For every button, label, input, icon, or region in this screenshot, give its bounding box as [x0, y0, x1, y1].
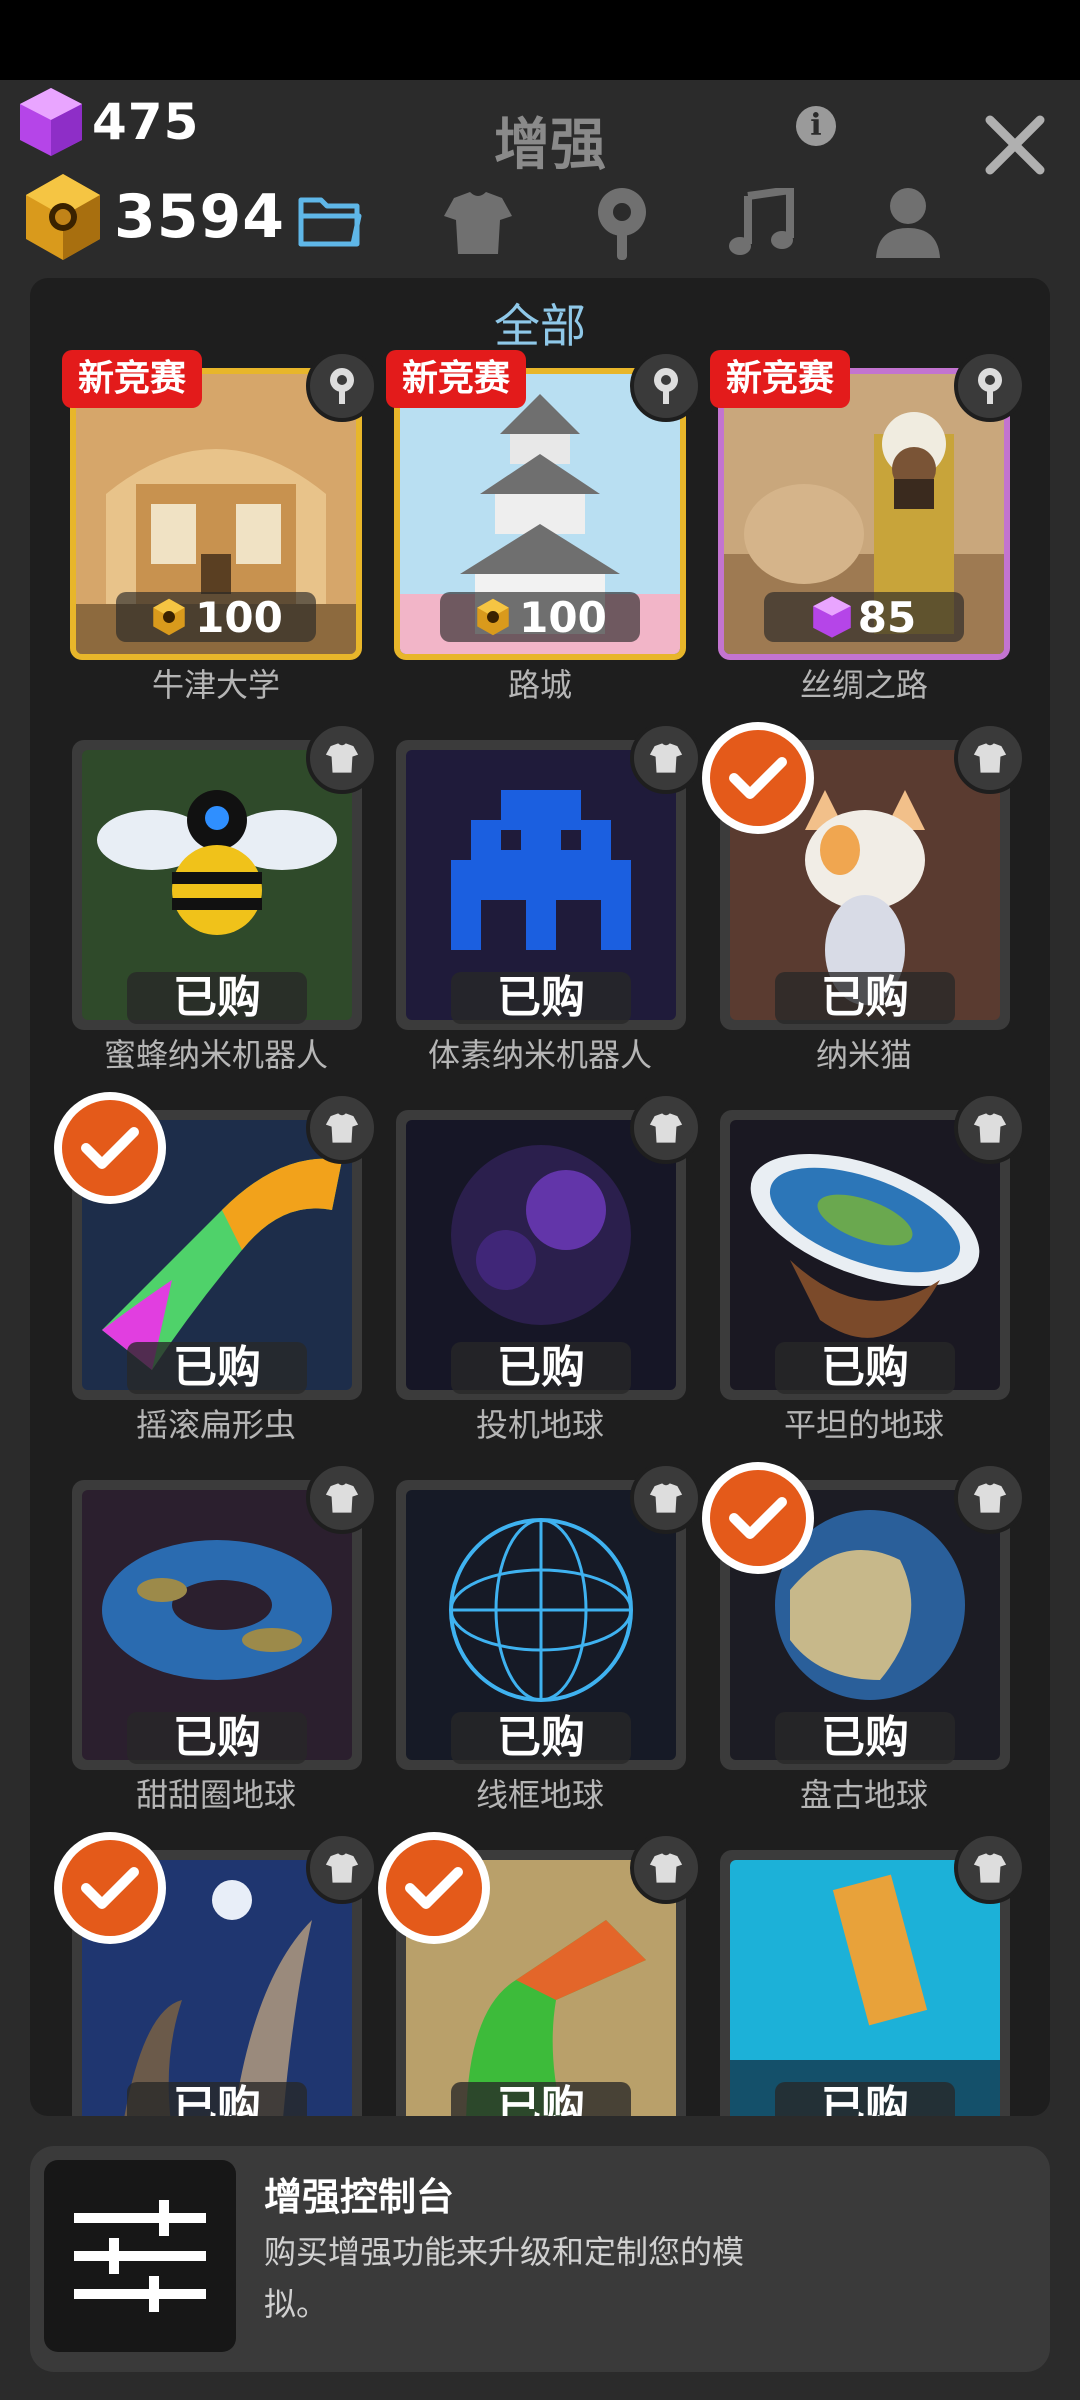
page-title: 增强 — [494, 113, 606, 178]
tab-location-icon[interactable] — [594, 184, 650, 262]
skin-badge-icon — [630, 1462, 702, 1534]
new-race-tag: 新竞赛 — [386, 350, 527, 408]
tab-music-icon[interactable] — [726, 188, 796, 258]
price-tag: 85 — [764, 592, 964, 642]
console-title: 增强控制台 — [264, 2175, 455, 2219]
skin-badge-icon — [954, 1832, 1026, 1904]
item-name: 蜜蜂纳米机器人 — [103, 1036, 328, 1074]
location-badge-icon — [630, 350, 702, 422]
skin-badge-icon — [630, 1832, 702, 1904]
price-value: 100 — [519, 592, 607, 642]
new-race-tag: 新竞赛 — [710, 350, 851, 408]
skin-badge-icon — [954, 1462, 1026, 1534]
skin-badge-icon — [306, 1832, 378, 1904]
purchased-badge: 已购 — [451, 2082, 631, 2116]
skin-badge-icon — [306, 722, 378, 794]
hex-currency: 3594 — [16, 170, 285, 264]
new-race-tag: 新竞赛 — [62, 350, 203, 408]
selected-check-icon — [54, 1092, 166, 1204]
item-name: 甜甜圈地球 — [135, 1776, 296, 1814]
purchased-badge: 已购 — [775, 1712, 955, 1764]
item-name: 路城 — [507, 666, 572, 704]
underwater-thumbnail — [730, 1860, 1000, 2116]
item-name: 纳米猫 — [815, 1036, 912, 1074]
status-bar — [0, 0, 1080, 80]
tab-shirt-icon[interactable] — [440, 188, 516, 258]
panel-title: 全部 — [494, 299, 586, 353]
purchased-badge: 已购 — [127, 1342, 307, 1394]
purchased-badge: 已购 — [127, 2082, 307, 2116]
price-tag: 100 — [440, 592, 640, 642]
skin-badge-icon — [306, 1462, 378, 1534]
purchased-badge: 已购 — [775, 2082, 955, 2116]
purchased-badge: 已购 — [451, 1712, 631, 1764]
selected-check-icon — [54, 1832, 166, 1944]
selected-check-icon — [702, 722, 814, 834]
hex-coin-icon — [477, 598, 509, 636]
item-name: 牛津大学 — [151, 666, 280, 704]
hex-count: 3594 — [114, 182, 285, 252]
skin-badge-icon — [954, 1092, 1026, 1164]
item-name: 丝绸之路 — [799, 666, 928, 704]
folder-icon[interactable] — [296, 190, 366, 250]
purchased-badge: 已购 — [127, 972, 307, 1024]
location-badge-icon — [954, 350, 1026, 422]
item-name: 线框地球 — [475, 1776, 604, 1814]
skin-badge-icon — [630, 1092, 702, 1164]
purchased-badge: 已购 — [775, 972, 955, 1024]
price-value: 85 — [857, 592, 917, 642]
price-value: 100 — [195, 592, 283, 642]
tab-profile-icon[interactable] — [874, 186, 942, 258]
selected-check-icon — [702, 1462, 814, 1574]
items-panel: 全部 100 新竞赛 牛津大学 100 新竞赛 路城 85 新竞赛 丝绸之路 已… — [30, 278, 1050, 2116]
item-name: 摇滚扁形虫 — [135, 1406, 296, 1444]
purchased-badge: 已购 — [127, 1712, 307, 1764]
gem-icon — [812, 596, 851, 638]
item-name: 投机地球 — [475, 1406, 604, 1444]
upgrade-console-card[interactable]: 增强控制台 购买增强功能来升级和定制您的模拟。 — [30, 2146, 1050, 2372]
purchased-badge: 已购 — [451, 972, 631, 1024]
skin-badge-icon — [306, 1092, 378, 1164]
info-icon[interactable]: i — [796, 106, 836, 146]
item-name: 盘古地球 — [799, 1776, 928, 1814]
selected-check-icon — [378, 1832, 490, 1944]
purchased-badge: 已购 — [451, 1342, 631, 1394]
hex-coin-icon — [26, 174, 100, 260]
item-name: 体素纳米机器人 — [427, 1036, 652, 1074]
location-badge-icon — [306, 350, 378, 422]
skin-badge-icon — [954, 722, 1026, 794]
skin-badge-icon — [630, 722, 702, 794]
price-tag: 100 — [116, 592, 316, 642]
hex-coin-icon — [153, 598, 185, 636]
close-icon[interactable] — [980, 110, 1050, 180]
purchased-badge: 已购 — [775, 1342, 955, 1394]
item-name: 平坦的地球 — [783, 1406, 944, 1444]
sliders-icon — [44, 2160, 236, 2352]
console-description: 购买增强功能来升级和定制您的模拟。 — [264, 2233, 745, 2323]
